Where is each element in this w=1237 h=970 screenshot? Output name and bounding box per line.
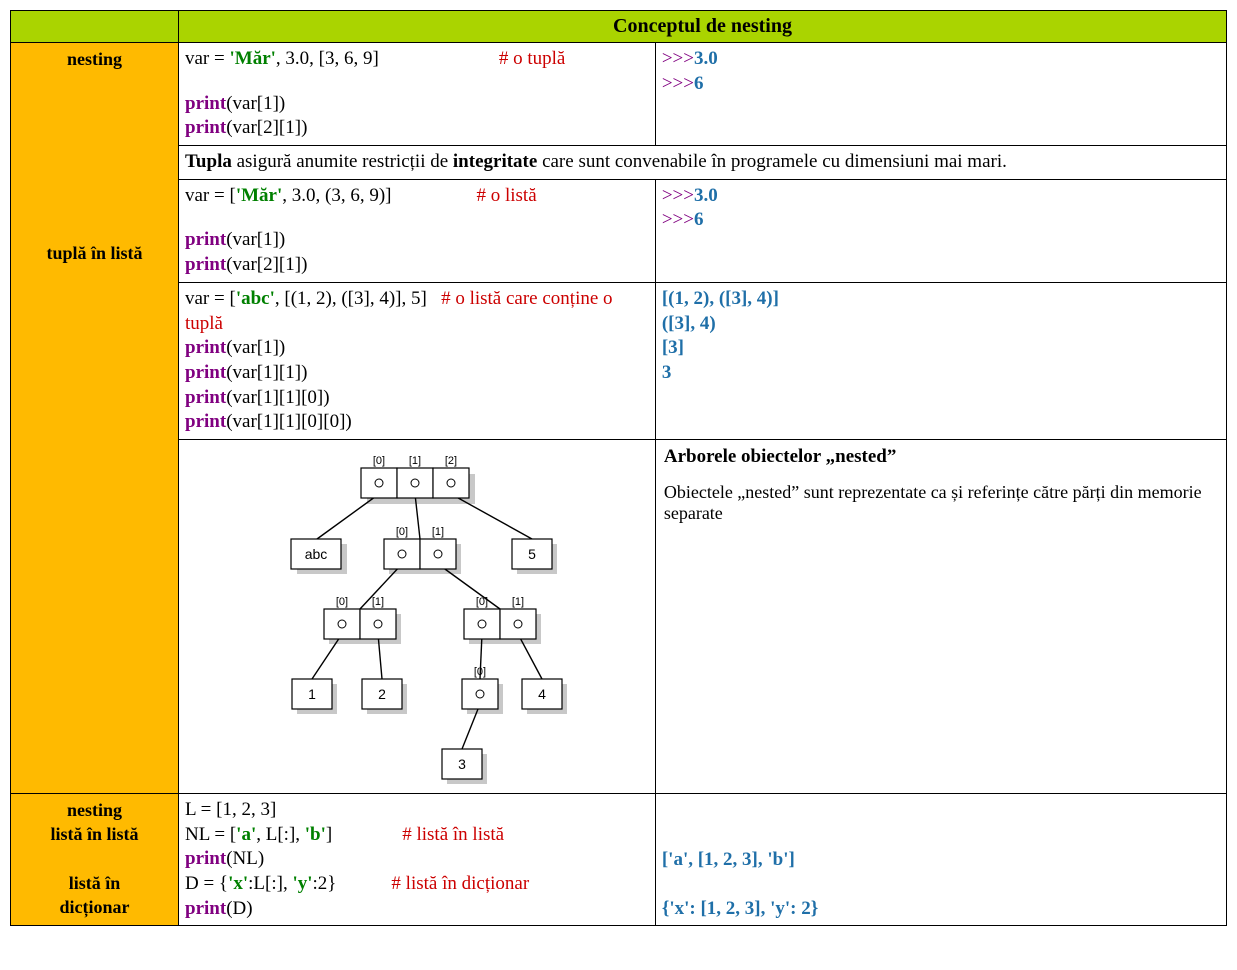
ex1-code: var = 'Măr', 3.0, [3, 6, 9]# o tuplă pri…: [179, 43, 656, 146]
ex1-output: >>>3.0 >>>6: [655, 43, 1226, 146]
svg-text:3: 3: [458, 756, 466, 772]
header-corner: [11, 11, 179, 43]
rowhead-tupla: tuplă în listă: [46, 243, 142, 263]
tree-title: Arborele obiectelor „nested”: [664, 446, 1218, 468]
ex2-output: >>>3.0 >>>6: [655, 179, 1226, 282]
rowhead-nesting-tupla: nesting tuplă în listă: [11, 43, 179, 794]
svg-text:[0]: [0]: [474, 666, 486, 678]
tree-diagram-cell: [0] [1] [2] abc [0] [1] 5 [0] [1] [0] [1…: [179, 439, 656, 793]
svg-text:2: 2: [378, 686, 386, 702]
svg-text:5: 5: [528, 546, 536, 562]
svg-text:[1]: [1]: [512, 596, 524, 608]
svg-text:[0]: [0]: [396, 526, 408, 538]
svg-text:[0]: [0]: [373, 455, 385, 467]
tupla-note: Tupla asigură anumite restricții de inte…: [179, 146, 1227, 180]
ex4-output: ['a', [1, 2, 3], 'b'] {'x': [1, 2, 3], '…: [655, 793, 1226, 925]
svg-text:[2]: [2]: [445, 455, 457, 467]
ex3-code: var = ['abc', [(1, 2), ([3], 4)], 5] # o…: [179, 282, 656, 439]
ex4-code: L = [1, 2, 3] NL = ['a', L[:], 'b']# lis…: [179, 793, 656, 925]
ex2-code: var = ['Măr', 3.0, (3, 6, 9)]# o listă p…: [179, 179, 656, 282]
tree-explanation: Arborele obiectelor „nested” Obiectele „…: [655, 439, 1226, 793]
svg-text:[1]: [1]: [432, 526, 444, 538]
svg-text:[1]: [1]: [372, 596, 384, 608]
nesting-table: Conceptul de nesting nesting tuplă în li…: [10, 10, 1227, 926]
rowhead-nesting: nesting: [67, 49, 122, 69]
svg-text:4: 4: [538, 686, 546, 702]
svg-text:[0]: [0]: [336, 596, 348, 608]
ex3-output: [(1, 2), ([3], 4)] ([3], 4) [3] 3: [655, 282, 1226, 439]
header-title: Conceptul de nesting: [179, 11, 1227, 43]
tree-desc: Obiectele „nested” sunt reprezentate ca …: [664, 482, 1218, 524]
rowhead-lista: nesting listă în listă listă în dicționa…: [11, 793, 179, 925]
svg-text:1: 1: [308, 686, 316, 702]
svg-text:[1]: [1]: [409, 455, 421, 467]
svg-text:abc: abc: [305, 546, 328, 562]
nested-tree-svg: [0] [1] [2] abc [0] [1] 5 [0] [1] [0] [1…: [217, 444, 617, 784]
svg-text:[0]: [0]: [476, 596, 488, 608]
